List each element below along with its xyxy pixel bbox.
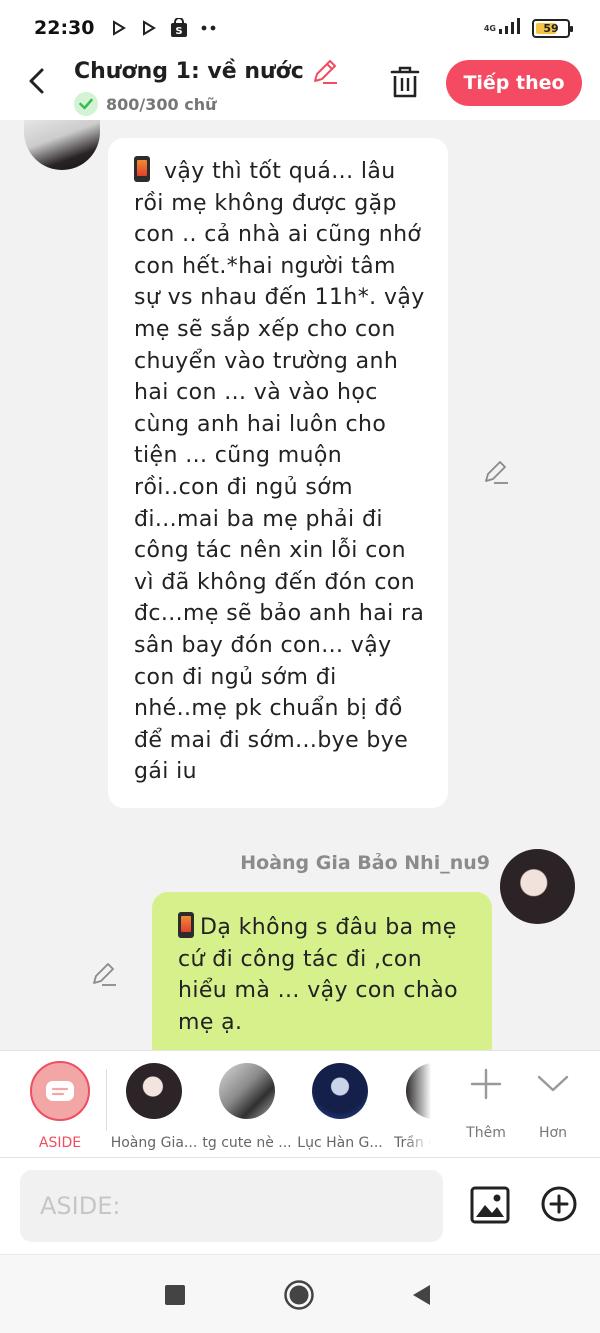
status-bar: 22:30 S 4G 59 [0,0,600,56]
status-time: 22:30 [34,17,95,39]
message-bubble-right[interactable]: Dạ không s đâu ba mẹ cứ đi công tác đi ,… [152,892,492,1050]
message-input[interactable] [20,1170,443,1242]
title-area: Chương 1: về nước 800/300 chữ [74,56,340,116]
svg-text:S: S [176,26,183,37]
edit-message-button[interactable] [482,458,510,486]
scroll-fade [404,1051,438,1151]
battery-level: 59 [543,21,559,35]
status-right: 4G 59 [483,18,573,38]
message-text: Dạ không s đâu ba mẹ cứ đi công tác đi ,… [178,915,458,1035]
phone-icon [178,912,194,938]
character-label: tg cute nè ... [202,1135,292,1151]
network-type: 4G [483,23,496,33]
square-icon [165,1285,185,1305]
avatar[interactable] [24,120,100,170]
avatar[interactable] [500,849,575,924]
edit-title-button[interactable] [310,56,340,86]
tool-label: Hơn [539,1125,567,1141]
signal-icon [498,18,522,38]
back-button[interactable] [22,66,52,96]
character-item[interactable]: Lục Hàn G... [295,1061,385,1151]
pencil-icon [313,60,337,84]
play-arrow-icon [110,19,128,37]
battery-icon: 59 [532,18,573,38]
add-character-button[interactable]: Thêm [456,1063,516,1141]
character-bar: ASIDE Hoàng Gia... tg cute nè ... Lục Hà… [0,1050,600,1158]
home-button[interactable] [283,1279,315,1311]
play-arrow-icon [140,19,158,37]
phone-icon [134,156,150,182]
message-bubble-left[interactable]: vậy thì tốt quá... lâu rồi mẹ không được… [108,138,448,808]
recents-button[interactable] [159,1279,191,1311]
message-text: vậy thì tốt quá... lâu rồi mẹ không được… [134,159,425,785]
shop-icon: S [170,18,188,37]
chevron-left-icon [29,68,44,94]
add-button[interactable] [540,1185,578,1223]
avatar [126,1063,182,1119]
more-dots-icon [200,19,218,37]
character-label: ASIDE [38,1135,82,1151]
plus-circle-icon [541,1186,577,1222]
back-nav-button[interactable] [405,1279,437,1311]
sender-name: Hoàng Gia Bảo Nhi_nu9 [240,852,490,874]
edit-message-button[interactable] [90,960,118,988]
pencil-icon [485,461,508,484]
character-label: Hoàng Gia... [110,1135,198,1151]
circle-icon [284,1280,314,1310]
check-icon [74,92,98,116]
chevron-down-icon [523,1063,583,1105]
divider [106,1069,107,1131]
triangle-back-icon [413,1285,430,1305]
character-aside[interactable]: ASIDE [18,1061,102,1151]
aside-icon [30,1061,90,1121]
input-bar [0,1158,600,1254]
trash-icon [390,66,420,98]
avatar [312,1063,368,1119]
character-label: Lục Hàn G... [297,1135,383,1151]
character-item[interactable]: tg cute nè ... [202,1061,292,1151]
pencil-icon [93,963,116,986]
page-title: Chương 1: về nước [74,58,304,84]
header: Chương 1: về nước 800/300 chữ Tiếp theo [0,56,600,120]
tool-label: Thêm [466,1125,506,1141]
chat-area[interactable]: vậy thì tốt quá... lâu rồi mẹ không được… [0,120,600,1050]
avatar [219,1063,275,1119]
character-item[interactable]: Hoàng Gia... [109,1061,199,1151]
image-icon [470,1186,510,1224]
insert-image-button[interactable] [470,1185,510,1225]
plus-icon [456,1063,516,1105]
delete-button[interactable] [388,65,422,99]
more-characters-button[interactable]: Hơn [523,1063,583,1141]
word-count: 800/300 chữ [106,94,217,114]
system-nav-bar [0,1254,600,1333]
next-button[interactable]: Tiếp theo [446,60,582,106]
